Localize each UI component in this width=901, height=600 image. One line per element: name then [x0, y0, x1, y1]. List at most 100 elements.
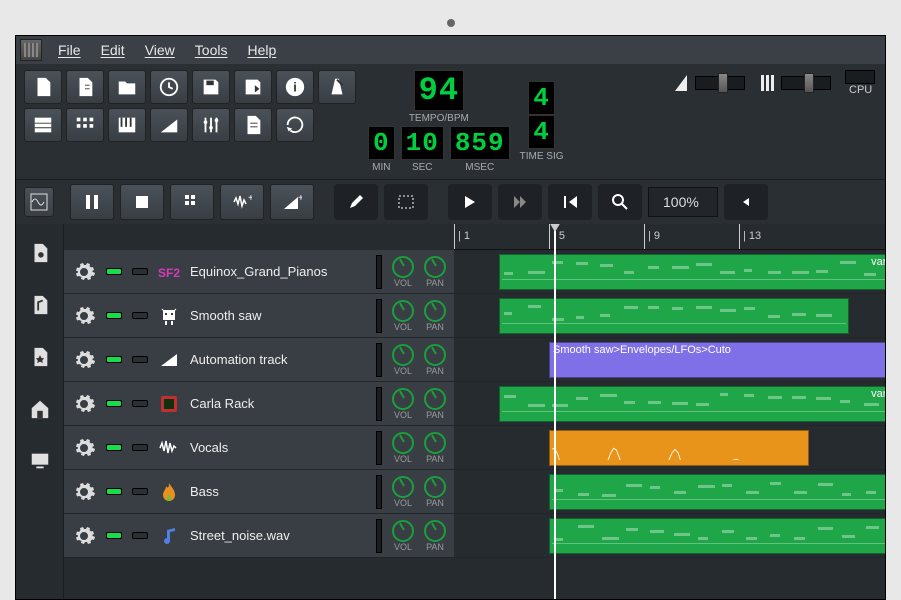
clip[interactable]: varia	[499, 386, 885, 422]
track-name-label[interactable]: Equinox_Grand_Pianos	[190, 264, 366, 279]
zoom-input[interactable]: 100%	[648, 187, 718, 217]
open-button[interactable]	[108, 70, 146, 104]
export-button[interactable]	[234, 70, 272, 104]
volume-knob[interactable]	[392, 344, 414, 366]
add-automation-button[interactable]: +	[270, 184, 314, 220]
master-pitch-slider[interactable]	[759, 73, 831, 93]
clip-area[interactable]	[454, 294, 885, 337]
rewind-button[interactable]	[548, 184, 592, 220]
volume-knob[interactable]	[392, 300, 414, 322]
zoom-button[interactable]	[598, 184, 642, 220]
mute-led[interactable]	[106, 400, 122, 407]
menu-file[interactable]: File	[48, 38, 91, 62]
piano-roll-button[interactable]	[108, 108, 146, 142]
track-name-label[interactable]: Vocals	[190, 440, 366, 455]
next-button[interactable]	[448, 184, 492, 220]
pan-knob[interactable]	[424, 388, 446, 410]
gear-icon[interactable]	[72, 436, 96, 460]
clip-area[interactable]	[454, 514, 885, 557]
info-button[interactable]: i	[276, 70, 314, 104]
track-name-label[interactable]: Bass	[190, 484, 366, 499]
volume-knob[interactable]	[392, 520, 414, 542]
sec-display[interactable]: 10	[401, 126, 444, 160]
gear-icon[interactable]	[72, 348, 96, 372]
record-pattern-button[interactable]	[170, 184, 214, 220]
new-template-button[interactable]	[66, 70, 104, 104]
solo-led[interactable]	[132, 356, 148, 363]
metronome-button[interactable]	[318, 70, 356, 104]
gear-icon[interactable]	[72, 260, 96, 284]
pan-knob[interactable]	[424, 520, 446, 542]
clip-area[interactable]: Smooth saw>Envelopes/LFOs>Cuto	[454, 338, 885, 381]
timesig-top[interactable]: 4	[528, 81, 555, 115]
mute-led[interactable]	[106, 532, 122, 539]
solo-led[interactable]	[132, 444, 148, 451]
clip-area[interactable]: varia	[454, 250, 885, 293]
bb-editor-button[interactable]	[66, 108, 104, 142]
automation-button[interactable]	[150, 108, 188, 142]
zoom-dropdown[interactable]	[724, 184, 768, 220]
add-sample-button[interactable]: +	[220, 184, 264, 220]
computer-icon[interactable]	[29, 450, 51, 472]
volume-knob[interactable]	[392, 432, 414, 454]
solo-led[interactable]	[132, 268, 148, 275]
pause-button[interactable]	[70, 184, 114, 220]
solo-led[interactable]	[132, 400, 148, 407]
mixer-button[interactable]	[192, 108, 230, 142]
pan-knob[interactable]	[424, 476, 446, 498]
clip[interactable]	[499, 298, 849, 334]
pan-knob[interactable]	[424, 432, 446, 454]
track-name-label[interactable]: Street_noise.wav	[190, 528, 366, 543]
track-name-label[interactable]: Carla Rack	[190, 396, 366, 411]
pan-knob[interactable]	[424, 344, 446, 366]
solo-led[interactable]	[132, 312, 148, 319]
clip-area[interactable]	[454, 426, 885, 469]
min-display[interactable]: 0	[368, 126, 395, 160]
volume-knob[interactable]	[392, 388, 414, 410]
pan-knob[interactable]	[424, 256, 446, 278]
song-editor-button[interactable]	[24, 108, 62, 142]
solo-led[interactable]	[132, 488, 148, 495]
clip[interactable]: Smooth saw>Envelopes/LFOs>Cuto	[549, 342, 885, 378]
select-mode-button[interactable]	[384, 184, 428, 220]
stop-button[interactable]	[120, 184, 164, 220]
timeline-ruler[interactable]: | 1| 5| 9| 13	[454, 224, 885, 250]
new-file-button[interactable]	[24, 70, 62, 104]
timesig-bot[interactable]: 4	[528, 115, 555, 149]
volume-knob[interactable]	[392, 256, 414, 278]
clip[interactable]	[549, 474, 885, 510]
volume-knob[interactable]	[392, 476, 414, 498]
recent-button[interactable]	[150, 70, 188, 104]
pan-knob[interactable]	[424, 300, 446, 322]
mute-led[interactable]	[106, 444, 122, 451]
presets-icon[interactable]	[29, 346, 51, 368]
notes-button[interactable]	[234, 108, 272, 142]
clip-area[interactable]: varia	[454, 382, 885, 425]
gear-icon[interactable]	[72, 480, 96, 504]
solo-led[interactable]	[132, 532, 148, 539]
master-volume-slider[interactable]	[673, 73, 745, 93]
clip[interactable]	[549, 518, 885, 554]
oscilloscope-button[interactable]	[24, 187, 54, 217]
skip-button[interactable]	[498, 184, 542, 220]
menu-tools[interactable]: Tools	[185, 38, 238, 62]
menu-help[interactable]: Help	[237, 38, 286, 62]
samples-icon[interactable]	[29, 294, 51, 316]
gear-icon[interactable]	[72, 524, 96, 548]
clip-area[interactable]	[454, 470, 885, 513]
undo-button[interactable]	[276, 108, 314, 142]
clip[interactable]	[549, 430, 809, 466]
track-name-label[interactable]: Smooth saw	[190, 308, 366, 323]
menu-edit[interactable]: Edit	[91, 38, 135, 62]
save-button[interactable]	[192, 70, 230, 104]
home-icon[interactable]	[29, 398, 51, 420]
tempo-display[interactable]: 94	[414, 70, 464, 111]
menu-view[interactable]: View	[135, 38, 185, 62]
clip[interactable]: varia	[499, 254, 885, 290]
track-name-label[interactable]: Automation track	[190, 352, 366, 367]
playhead[interactable]	[554, 224, 556, 600]
mute-led[interactable]	[106, 268, 122, 275]
gear-icon[interactable]	[72, 392, 96, 416]
mute-led[interactable]	[106, 488, 122, 495]
edit-mode-button[interactable]	[334, 184, 378, 220]
